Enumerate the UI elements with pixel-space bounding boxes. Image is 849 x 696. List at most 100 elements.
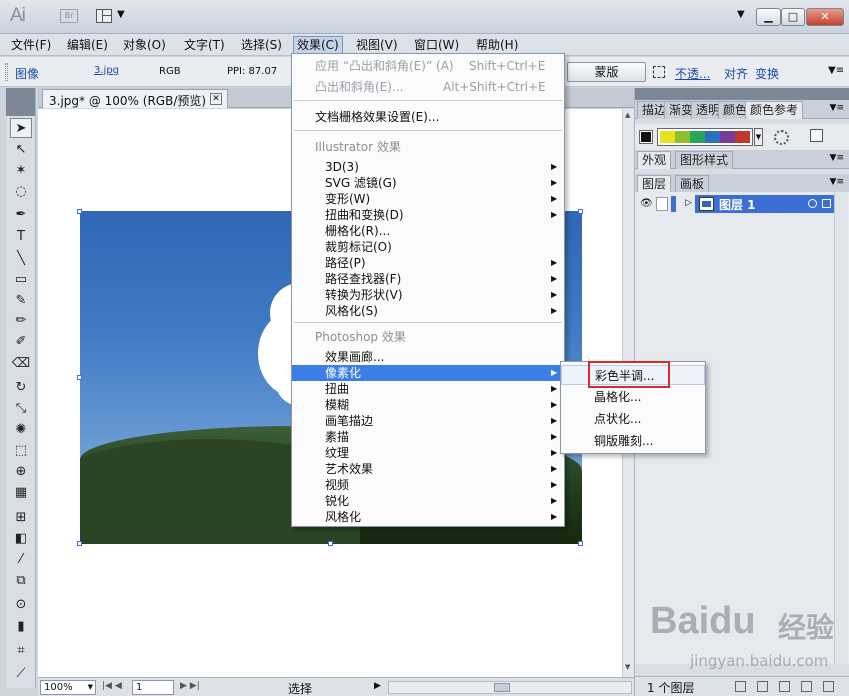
menu-edit[interactable]: 编辑(E) bbox=[64, 36, 111, 54]
status-menu-icon[interactable]: ▶ bbox=[374, 681, 381, 691]
selection-handle[interactable] bbox=[328, 541, 333, 546]
panel-menu-icon[interactable]: ▼≡ bbox=[830, 103, 844, 113]
tools-panel-header[interactable] bbox=[6, 88, 35, 116]
color-swatch[interactable] bbox=[690, 131, 705, 143]
save-color-group-icon[interactable] bbox=[810, 129, 823, 142]
tab-color-guide[interactable]: 颜色参考 bbox=[745, 101, 804, 119]
artboard-tool-icon[interactable]: ⌗ bbox=[10, 641, 32, 661]
menu-item-pathfinder[interactable]: 路径查找器(F) ▶ bbox=[292, 271, 564, 287]
menu-item-3d[interactable]: 3D(3) ▶ bbox=[292, 159, 564, 175]
eraser-tool-icon[interactable]: ⌫ bbox=[10, 354, 32, 374]
selection-handle[interactable] bbox=[77, 209, 82, 214]
menu-item-color-halftone[interactable]: 彩色半调... bbox=[561, 365, 705, 385]
menu-item-last-effect[interactable]: 凸出和斜角(E)... Alt+Shift+Ctrl+E bbox=[292, 79, 564, 95]
panel-menu-icon[interactable]: ▼≡ bbox=[830, 177, 844, 187]
menu-item-mezzotint[interactable]: 铜版雕刻... bbox=[561, 431, 705, 451]
layer-row[interactable]: 👁 ▷ 图层 1 bbox=[635, 194, 834, 214]
harmony-rules-dropdown[interactable]: ▼ bbox=[754, 128, 763, 146]
menu-item-brush-strokes[interactable]: 画笔描边 ▶ bbox=[292, 413, 564, 429]
reference-point-icon[interactable] bbox=[653, 66, 665, 78]
rectangle-tool-icon[interactable]: ▭ bbox=[10, 270, 32, 290]
dock-header[interactable] bbox=[635, 88, 849, 100]
menu-item-stylize-illustrator[interactable]: 风格化(S) ▶ bbox=[292, 303, 564, 319]
color-swatch[interactable] bbox=[705, 131, 720, 143]
blob-brush-tool-icon[interactable]: ✐ bbox=[10, 332, 32, 352]
eye-icon[interactable]: 👁 bbox=[640, 198, 653, 209]
menu-item-crystallize[interactable]: 晶格化... bbox=[561, 387, 705, 407]
scroll-thumb[interactable] bbox=[494, 683, 510, 692]
perspective-grid-tool-icon[interactable]: ▦ bbox=[10, 483, 32, 503]
menu-item-artistic[interactable]: 艺术效果 ▶ bbox=[292, 461, 564, 477]
selection-handle[interactable] bbox=[77, 375, 82, 380]
selection-tool-icon[interactable]: ➤ bbox=[10, 118, 32, 138]
menu-view[interactable]: 视图(V) bbox=[353, 36, 401, 54]
menu-item-warp[interactable]: 变形(W) ▶ bbox=[292, 191, 564, 207]
color-swatch[interactable] bbox=[675, 131, 690, 143]
opacity-link[interactable]: 不透... bbox=[675, 65, 710, 82]
blend-tool-icon[interactable]: ⧉ bbox=[10, 571, 32, 591]
menu-item-crop-marks[interactable]: 裁剪标记(O) bbox=[292, 239, 564, 255]
menu-item-distort-transform[interactable]: 扭曲和变换(D) ▶ bbox=[292, 207, 564, 223]
edit-colors-icon[interactable] bbox=[774, 130, 789, 145]
bridge-button[interactable]: Br bbox=[60, 9, 78, 23]
scale-tool-icon[interactable]: ⤡ bbox=[10, 399, 32, 419]
layer-name[interactable]: 图层 1 bbox=[719, 196, 756, 213]
linked-file-link[interactable]: 3.jpg bbox=[94, 65, 119, 76]
artboard-next-icons[interactable]: ▶ ▶| bbox=[180, 681, 200, 691]
lasso-tool-icon[interactable]: ◌ bbox=[10, 182, 32, 202]
base-color-swatch[interactable] bbox=[639, 130, 653, 144]
artboard-prev-icons[interactable]: |◀ ◀ bbox=[102, 681, 122, 691]
lock-toggle[interactable] bbox=[656, 197, 668, 211]
document-tab[interactable]: 3.jpg* @ 100% (RGB/预览) ✕ bbox=[42, 89, 228, 108]
menu-item-rasterize[interactable]: 栅格化(R)... bbox=[292, 223, 564, 239]
maximize-button[interactable]: □ bbox=[781, 8, 805, 26]
menu-item-convert-to-shape[interactable]: 转换为形状(V) ▶ bbox=[292, 287, 564, 303]
scroll-up-icon[interactable]: ▲ bbox=[625, 111, 630, 119]
menu-type[interactable]: 文字(T) bbox=[181, 36, 228, 54]
selection-handle[interactable] bbox=[77, 541, 82, 546]
selection-handle[interactable] bbox=[578, 541, 583, 546]
expand-triangle-icon[interactable]: ▷ bbox=[685, 198, 692, 208]
menu-item-texture[interactable]: 纹理 ▶ bbox=[292, 445, 564, 461]
menu-window[interactable]: 窗口(W) bbox=[411, 36, 462, 54]
arrange-documents-button[interactable]: ▼ bbox=[96, 8, 132, 26]
warp-tool-icon[interactable]: ✺ bbox=[10, 420, 32, 440]
menu-item-video[interactable]: 视频 ▶ bbox=[292, 477, 564, 493]
menu-item-svg-filters[interactable]: SVG 滤镜(G) ▶ bbox=[292, 175, 564, 191]
color-swatch[interactable] bbox=[735, 131, 750, 143]
menu-object[interactable]: 对象(O) bbox=[120, 36, 169, 54]
tab-artboards[interactable]: 画板 bbox=[675, 175, 710, 193]
line-tool-icon[interactable]: ╲ bbox=[10, 249, 32, 269]
rotate-tool-icon[interactable]: ↻ bbox=[10, 378, 32, 398]
workspace-switcher-icon[interactable]: ▼ bbox=[737, 9, 745, 20]
mesh-tool-icon[interactable]: ⊞ bbox=[10, 508, 32, 528]
close-button[interactable]: ✕ bbox=[806, 8, 844, 26]
selection-handle[interactable] bbox=[578, 209, 583, 214]
pen-tool-icon[interactable]: ✒ bbox=[10, 205, 32, 225]
menu-item-sharpen[interactable]: 锐化 ▶ bbox=[292, 493, 564, 509]
harmony-swatch-strip[interactable] bbox=[657, 128, 753, 146]
mask-button[interactable]: 蒙版 bbox=[567, 62, 646, 82]
menu-item-stylize-photoshop[interactable]: 风格化 ▶ bbox=[292, 509, 564, 525]
magic-wand-tool-icon[interactable]: ✶ bbox=[10, 161, 32, 181]
color-swatch[interactable] bbox=[660, 131, 675, 143]
free-transform-tool-icon[interactable]: ⬚ bbox=[10, 441, 32, 461]
eyedropper-tool-icon[interactable]: ⁄ bbox=[10, 550, 32, 570]
menu-item-distort[interactable]: 扭曲 ▶ bbox=[292, 381, 564, 397]
paintbrush-tool-icon[interactable]: ✎ bbox=[10, 291, 32, 311]
minimize-button[interactable]: ▁ bbox=[756, 8, 781, 26]
pencil-tool-icon[interactable]: ✏ bbox=[10, 311, 32, 331]
grip-handle[interactable] bbox=[5, 63, 8, 81]
menu-item-effect-gallery[interactable]: 效果画廊... bbox=[292, 349, 564, 365]
align-link[interactable]: 对齐 bbox=[724, 65, 748, 82]
zoom-select[interactable]: 100% bbox=[40, 680, 96, 695]
menu-item-blur[interactable]: 模糊 ▶ bbox=[292, 397, 564, 413]
type-tool-icon[interactable]: T bbox=[10, 227, 32, 247]
tab-graphic-styles[interactable]: 图形样式 bbox=[675, 151, 734, 169]
menu-item-apply-last-effect[interactable]: 应用 “凸出和斜角(E)” (A) Shift+Ctrl+E bbox=[292, 58, 564, 74]
menu-file[interactable]: 文件(F) bbox=[8, 36, 54, 54]
direct-selection-tool-icon[interactable]: ↖ bbox=[10, 140, 32, 160]
menu-item-raster-settings[interactable]: 文档栅格效果设置(E)... bbox=[292, 109, 564, 125]
menu-item-sketch[interactable]: 素描 ▶ bbox=[292, 429, 564, 445]
control-bar-menu-icon[interactable]: ▼≡ bbox=[828, 65, 844, 76]
